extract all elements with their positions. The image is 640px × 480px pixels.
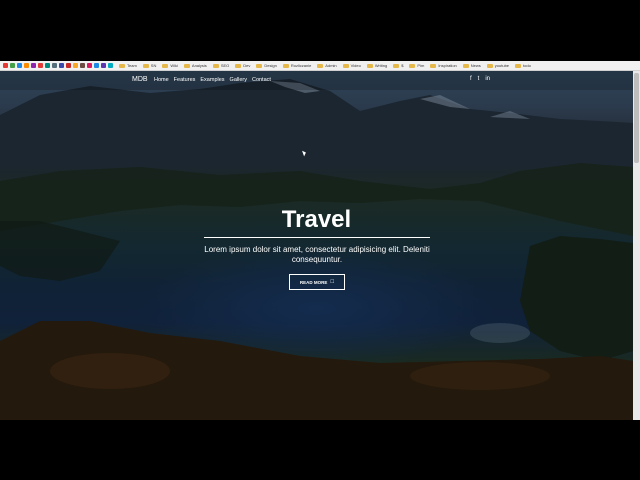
bookmark-label: todo — [523, 63, 531, 68]
bookmark-folders: Team SN Wiki Analysis SEO Dev Design Rozliczani… — [119, 63, 531, 68]
bookmark-favicon-icon[interactable] — [94, 63, 99, 68]
bookmark-folder[interactable]: Inspiration — [430, 63, 457, 68]
folder-icon — [282, 63, 289, 68]
bookmark-favicon-icon[interactable] — [17, 63, 22, 68]
social-links: f t in — [470, 76, 490, 82]
bookmark-folder[interactable]: youtube — [486, 63, 510, 68]
folder-icon — [183, 63, 190, 68]
facebook-icon[interactable]: f — [470, 76, 472, 82]
bookmark-folder[interactable]: todo — [515, 63, 531, 68]
bookmark-favicon-icon[interactable] — [45, 63, 50, 68]
hero-subtitle: Lorem ipsum dolor sit amet, consectetur … — [204, 245, 430, 264]
nav-link-gallery[interactable]: Gallery — [230, 77, 247, 83]
bookmark-folder[interactable]: Analysis — [183, 63, 207, 68]
bookmark-favicon-icon[interactable] — [59, 63, 64, 68]
bookmark-folder[interactable]: Writing — [366, 63, 388, 68]
bookmark-label: Rozliczanie — [290, 63, 312, 68]
folder-icon — [366, 63, 373, 68]
bookmark-label: Team — [127, 63, 137, 68]
bookmark-folder[interactable]: Admin — [317, 63, 337, 68]
folder-icon — [317, 63, 324, 68]
bookmark-folder[interactable]: $ — [393, 63, 403, 68]
folder-icon — [342, 63, 349, 68]
bookmark-label: Video — [350, 63, 361, 68]
bookmark-favicon-icon[interactable] — [38, 63, 43, 68]
bookmark-label: youtube — [494, 63, 510, 68]
bookmark-favicon-icon[interactable] — [80, 63, 85, 68]
bookmark-favicon-icon[interactable] — [3, 63, 8, 68]
hero-title: Travel — [281, 206, 352, 233]
bookmark-folder[interactable]: News — [462, 63, 481, 68]
bookmark-favicon-icon[interactable] — [66, 63, 71, 68]
page-scrollbar[interactable] — [633, 71, 640, 420]
folder-icon — [162, 63, 169, 68]
bookmark-label: Writing — [374, 63, 388, 68]
bookmark-label: Dev — [243, 63, 251, 68]
bookmark-folder[interactable]: Wiki — [162, 63, 178, 68]
bookmark-favicon-icon[interactable] — [31, 63, 36, 68]
nav-link-features[interactable]: Features — [174, 77, 196, 83]
bookmark-favicon-icon[interactable] — [73, 63, 78, 68]
scrollbar-thumb[interactable] — [634, 73, 639, 163]
bookmark-label: SEO — [220, 63, 230, 68]
bookmark-folder[interactable]: Design — [256, 63, 277, 68]
bookmarks-bar: Team SN Wiki Analysis SEO Dev Design Rozliczani… — [0, 61, 640, 71]
bookmark-label: Design — [264, 63, 277, 68]
folder-icon — [430, 63, 437, 68]
hero-section: MDB Home Features Examples Gallery Conta… — [0, 71, 633, 420]
instagram-icon[interactable]: in — [485, 76, 490, 82]
bookmark-favicons — [0, 63, 113, 68]
folder-icon — [515, 63, 522, 68]
bookmark-label: Inspiration — [438, 63, 457, 68]
folder-icon — [486, 63, 493, 68]
bookmark-label: Admin — [325, 63, 337, 68]
folder-icon — [235, 63, 242, 68]
folder-icon — [256, 63, 263, 68]
book-icon: □ — [330, 279, 335, 285]
folder-icon — [409, 63, 416, 68]
bookmark-folder[interactable]: Team — [119, 63, 137, 68]
bookmark-favicon-icon[interactable] — [52, 63, 57, 68]
folder-icon — [393, 63, 400, 68]
folder-icon — [119, 63, 125, 68]
bookmark-favicon-icon[interactable] — [24, 63, 29, 68]
bookmark-label: News — [470, 63, 481, 68]
bookmark-folder[interactable]: Pim — [409, 63, 424, 68]
bookmark-label: SN — [150, 63, 157, 68]
bookmark-label: Analysis — [191, 63, 207, 68]
bookmark-label: $ — [401, 63, 404, 68]
top-navbar: MDB Home Features Examples Gallery Conta… — [0, 71, 633, 90]
bookmark-folder[interactable]: Rozliczanie — [282, 63, 312, 68]
nav-link-home[interactable]: Home — [154, 77, 169, 83]
folder-icon — [462, 63, 469, 68]
bookmark-favicon-icon[interactable] — [101, 63, 106, 68]
bookmark-favicon-icon[interactable] — [10, 63, 15, 68]
hero-divider — [204, 237, 430, 238]
bookmark-label: Pim — [417, 63, 425, 68]
twitter-icon[interactable]: t — [478, 76, 480, 82]
folder-icon — [212, 63, 219, 68]
bookmark-folder[interactable]: SN — [142, 63, 157, 68]
read-more-button[interactable]: READ MORE □ — [289, 274, 345, 290]
brand-logo[interactable]: MDB — [132, 76, 148, 83]
read-more-label: READ MORE — [299, 279, 328, 285]
bookmark-favicon-icon[interactable] — [108, 63, 113, 68]
nav-link-examples[interactable]: Examples — [200, 77, 224, 83]
bookmark-folder[interactable]: Dev — [235, 63, 250, 68]
bookmark-folder[interactable]: SEO — [212, 63, 230, 68]
folder-icon — [142, 63, 149, 68]
nav-links: Home Features Examples Gallery Contact — [154, 77, 271, 83]
bookmark-label: Wiki — [170, 63, 178, 68]
bookmark-folder[interactable]: Video — [342, 63, 361, 68]
nav-link-contact[interactable]: Contact — [252, 77, 271, 83]
bookmark-favicon-icon[interactable] — [87, 63, 92, 68]
